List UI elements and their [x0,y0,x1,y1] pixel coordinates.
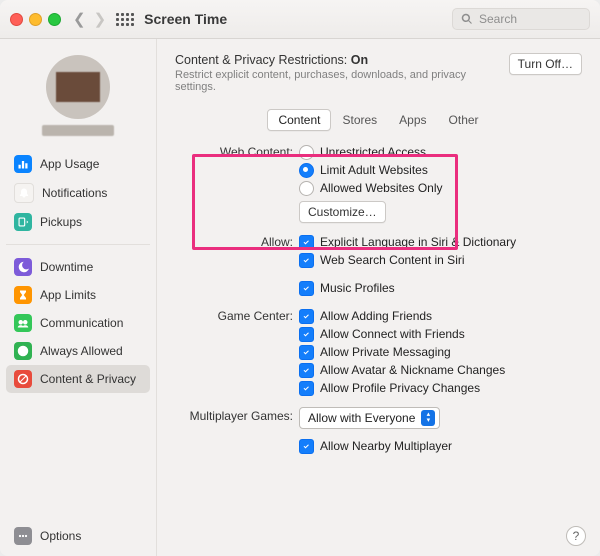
check-connect-friends[interactable]: Allow Connect with Friends [299,325,582,343]
checkbox-icon [299,345,314,360]
multiplayer-label: Multiplayer Games: [175,407,299,425]
check-avatar-nickname[interactable]: Allow Avatar & Nickname Changes [299,361,582,379]
tab-stores[interactable]: Stores [331,109,388,131]
communication-icon [14,314,32,332]
checkbox-icon [299,253,314,268]
turn-off-button[interactable]: Turn Off… [509,53,582,75]
check-label: Allow Adding Friends [320,309,432,323]
search-icon [461,13,473,25]
page-heading: Content & Privacy Restrictions: On [175,53,509,67]
check-circle-icon [14,342,32,360]
game-center-label: Game Center: [175,307,299,325]
sidebar-item-content-privacy[interactable]: Content & Privacy [6,365,150,393]
pickups-icon [14,213,32,231]
nav-back-button[interactable]: ❮ [73,12,86,27]
radio-icon [299,145,314,160]
no-sign-icon [14,370,32,388]
sidebar-item-label: Downtime [40,260,93,274]
sidebar-item-label: Notifications [42,186,107,200]
window-zoom[interactable] [48,13,61,26]
search-placeholder: Search [479,12,517,26]
check-label: Explicit Language in Siri & Dictionary [320,235,516,249]
search-field[interactable]: Search [452,8,590,30]
ellipsis-icon [14,527,32,545]
sidebar-item-label: Communication [40,316,123,330]
select-value: Allow with Everyone [308,411,415,425]
sidebar-item-label: App Limits [40,288,96,302]
radio-label: Limit Adult Websites [320,163,428,177]
checkbox-icon [299,309,314,324]
check-explicit-lang[interactable]: Explicit Language in Siri & Dictionary [299,233,582,251]
sidebar-item-communication[interactable]: Communication [6,309,150,337]
radio-icon [299,181,314,196]
checkbox-icon [299,381,314,396]
web-content-label: Web Content: [175,143,299,161]
checkbox-icon [299,363,314,378]
moon-icon [14,258,32,276]
sidebar-item-app-limits[interactable]: App Limits [6,281,150,309]
check-web-search[interactable]: Web Search Content in Siri [299,251,582,269]
check-label: Allow Nearby Multiplayer [320,439,452,453]
radio-label: Unrestricted Access [320,145,426,159]
tab-apps[interactable]: Apps [388,109,437,131]
sidebar-item-notifications[interactable]: Notifications [6,178,150,208]
radio-label: Allowed Websites Only [320,181,443,195]
check-label: Allow Profile Privacy Changes [320,381,480,395]
check-add-friends[interactable]: Allow Adding Friends [299,307,582,325]
check-profile-privacy[interactable]: Allow Profile Privacy Changes [299,379,582,397]
sidebar-item-downtime[interactable]: Downtime [6,253,150,281]
tab-bar: Content Stores Apps Other [175,109,582,131]
check-nearby-multiplayer[interactable]: Allow Nearby Multiplayer [299,437,582,455]
radio-icon [299,163,314,178]
check-label: Music Profiles [320,281,395,295]
check-private-messaging[interactable]: Allow Private Messaging [299,343,582,361]
profile-name [42,125,114,136]
tab-content[interactable]: Content [267,109,331,131]
sidebar-item-always-allowed[interactable]: Always Allowed [6,337,150,365]
nav-forward-button[interactable]: ❯ [94,12,107,27]
sidebar-item-pickups[interactable]: Pickups [6,208,150,236]
sidebar-item-options[interactable]: Options [6,522,150,550]
customize-button[interactable]: Customize… [299,201,386,223]
check-label: Web Search Content in Siri [320,253,465,267]
checkbox-icon [299,235,314,250]
tab-other[interactable]: Other [438,109,490,131]
all-prefs-button[interactable] [116,13,134,26]
sidebar-item-label: App Usage [40,157,99,171]
window-close[interactable] [10,13,23,26]
sidebar-item-label: Options [40,529,81,543]
check-label: Allow Private Messaging [320,345,451,359]
sidebar-item-label: Content & Privacy [40,372,136,386]
sidebar-item-app-usage[interactable]: App Usage [6,150,150,178]
allow-label: Allow: [175,233,299,251]
window-title: Screen Time [144,11,227,27]
window-minimize[interactable] [29,13,42,26]
check-label: Allow Connect with Friends [320,327,465,341]
chevron-updown-icon: ▴▾ [421,410,435,426]
checkbox-icon [299,439,314,454]
sidebar-item-label: Pickups [40,215,82,229]
bar-chart-icon [14,155,32,173]
radio-unrestricted[interactable]: Unrestricted Access [299,143,582,161]
page-subheading: Restrict explicit content, purchases, do… [175,69,509,93]
check-label: Allow Avatar & Nickname Changes [320,363,505,377]
multiplayer-select[interactable]: Allow with Everyone ▴▾ [299,407,440,429]
hourglass-icon [14,286,32,304]
check-music-profiles[interactable]: Music Profiles [299,279,582,297]
radio-allowed-only[interactable]: Allowed Websites Only [299,179,582,197]
sidebar-item-label: Always Allowed [40,344,123,358]
bell-icon [14,183,34,203]
checkbox-icon [299,327,314,342]
checkbox-icon [299,281,314,296]
radio-limit-adult[interactable]: Limit Adult Websites [299,161,582,179]
help-button[interactable]: ? [566,526,586,546]
avatar[interactable] [46,55,110,119]
